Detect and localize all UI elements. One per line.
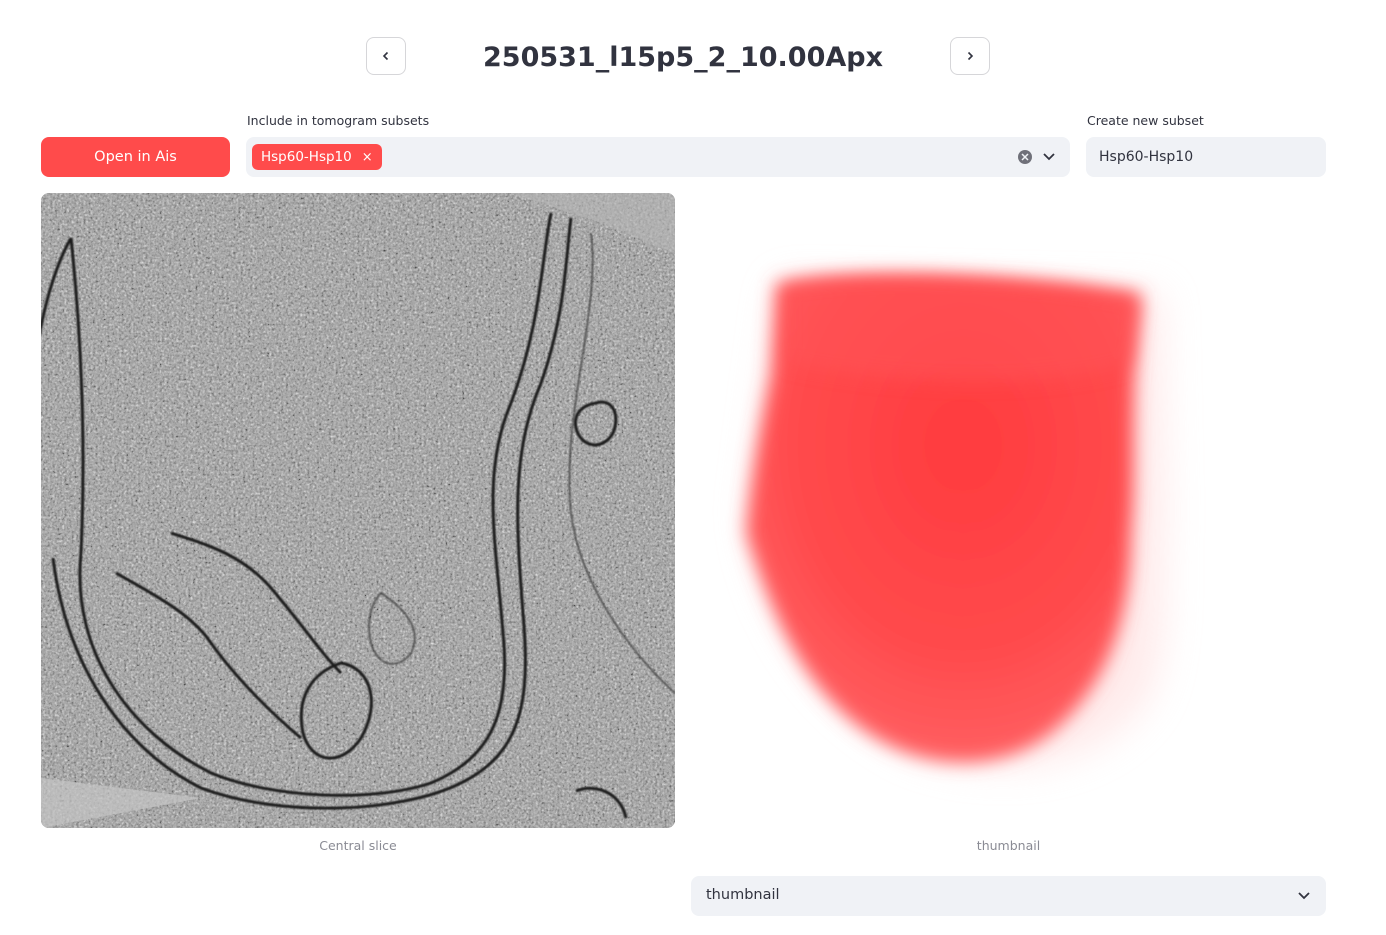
clear-icon[interactable]: [1018, 150, 1032, 164]
thumbnail-image: [691, 193, 1326, 828]
chevron-right-icon: [967, 51, 974, 61]
page-title: 250531_l15p5_2_10.00Apx: [483, 42, 883, 73]
view-select-value: thumbnail: [706, 887, 780, 903]
chevron-down-icon: [1298, 892, 1310, 900]
subset-tag: Hsp60-Hsp10 ×: [252, 144, 382, 170]
next-button[interactable]: [950, 37, 990, 75]
tag-close-icon[interactable]: ×: [362, 150, 373, 165]
open-in-ais-button[interactable]: Open in Ais: [41, 137, 230, 177]
previous-button[interactable]: [366, 37, 406, 75]
thumbnail-caption: thumbnail: [976, 838, 1041, 853]
new-subset-input[interactable]: [1086, 137, 1326, 177]
chevron-left-icon: [382, 51, 389, 61]
view-select[interactable]: thumbnail: [691, 876, 1326, 916]
subsets-label: Include in tomogram subsets: [247, 113, 430, 128]
central-slice-image: [41, 193, 675, 828]
chevron-down-icon[interactable]: [1042, 151, 1056, 163]
subset-tag-label: Hsp60-Hsp10: [261, 149, 352, 165]
central-slice-caption: Central slice: [319, 838, 397, 853]
subsets-multiselect[interactable]: Hsp60-Hsp10 ×: [246, 137, 1070, 177]
new-subset-label: Create new subset: [1087, 113, 1204, 128]
